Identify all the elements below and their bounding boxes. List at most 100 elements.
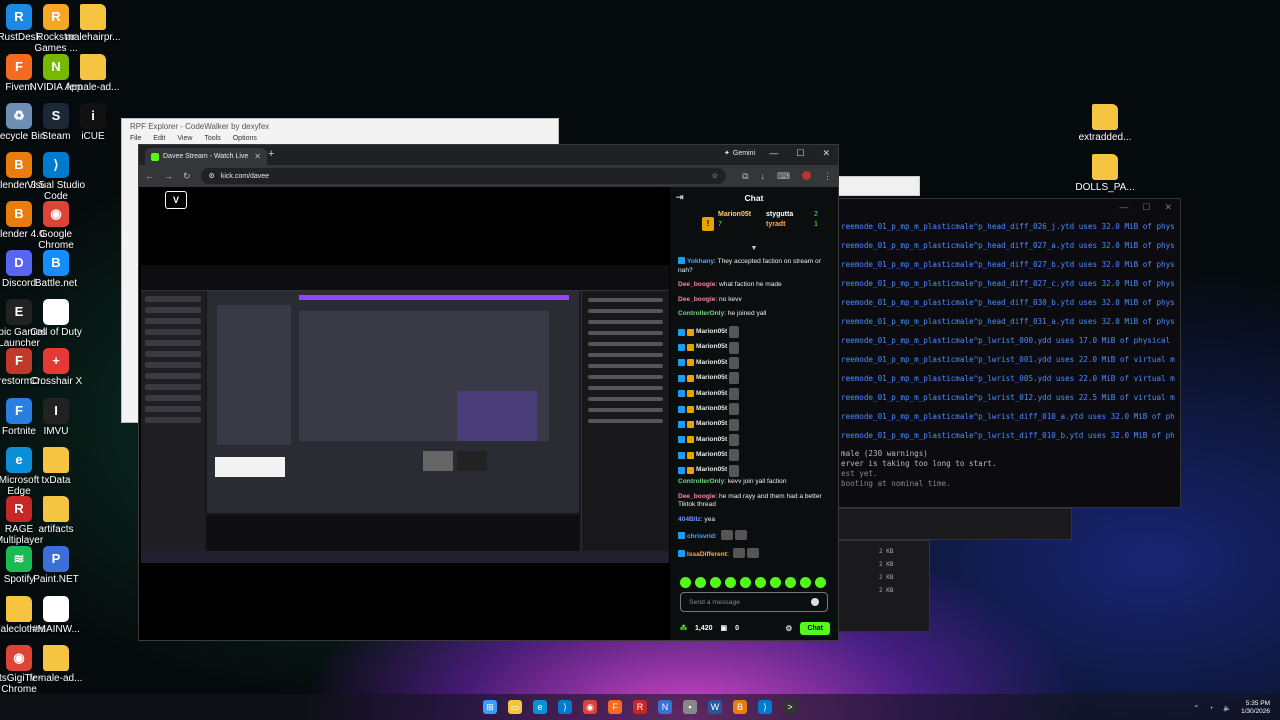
- reload-icon[interactable]: ↻: [183, 171, 191, 182]
- bookmark-star-icon[interactable]: ☆: [712, 172, 718, 180]
- chat-username[interactable]: Dee_boogie: [678, 493, 715, 500]
- leader-2-name[interactable]: stygutta: [766, 211, 793, 218]
- desktop-icon[interactable]: txData: [26, 447, 86, 487]
- emoji-picker-icon[interactable]: [811, 598, 819, 606]
- chat-username[interactable]: IssaDifferent: [687, 551, 727, 558]
- profile-avatar[interactable]: [802, 170, 811, 180]
- taskbar-terminal-icon[interactable]: >: [783, 700, 797, 714]
- chat-username[interactable]: Marion05t: [696, 466, 727, 475]
- desktop-icon[interactable]: female-ad...: [26, 645, 86, 685]
- quick-emote-icon[interactable]: [680, 577, 691, 588]
- background-file-size-window[interactable]: 2 KB 2 KB 2 KB 2 KB: [838, 540, 930, 632]
- taskbar-blender-icon[interactable]: B: [733, 700, 747, 714]
- video-player[interactable]: V: [139, 187, 670, 640]
- chat-message-input[interactable]: Send a message: [680, 592, 828, 612]
- system-clock[interactable]: 5:35 PM 1/30/2026: [1241, 700, 1270, 716]
- chat-username[interactable]: Yokhany: [687, 258, 714, 265]
- desktop-icon[interactable]: female-ad...: [63, 54, 123, 94]
- downloads-icon[interactable]: ↓: [761, 171, 766, 182]
- quick-emote-icon[interactable]: [785, 577, 796, 588]
- chat-username[interactable]: chrisvrid: [687, 533, 715, 540]
- chat-username[interactable]: Marion05t: [696, 343, 727, 352]
- quick-emote-icon[interactable]: [815, 577, 826, 588]
- desktop-icon[interactable]: P Paint.NET: [26, 546, 86, 586]
- leader-3-name[interactable]: tyradt: [766, 221, 785, 228]
- quick-emote-icon[interactable]: [770, 577, 781, 588]
- site-info-icon[interactable]: ⚙: [209, 172, 215, 180]
- gemini-button[interactable]: ✦ Gemini: [724, 149, 755, 158]
- network-icon[interactable]: ◔: [1209, 705, 1213, 712]
- forward-arrow-icon[interactable]: →: [164, 171, 173, 181]
- chat-username[interactable]: Marion05t: [696, 359, 727, 368]
- leader-1-name[interactable]: Marion05t: [718, 211, 751, 218]
- terminal-window[interactable]: — ☐ ✕ reemode_01_p_mp_m_plasticmale^p_he…: [838, 198, 1181, 508]
- chat-username[interactable]: Dee_boogie: [678, 296, 715, 303]
- taskbar-vscode-icon[interactable]: ⟩: [558, 700, 572, 714]
- tab-close-icon[interactable]: ✕: [254, 152, 261, 161]
- quick-emote-icon[interactable]: [695, 577, 706, 588]
- tab-kick-stream[interactable]: Davee Stream - Watch Live ✕: [145, 148, 267, 165]
- browser-close-icon[interactable]: ✕: [822, 148, 830, 159]
- chat-username[interactable]: ControllerOnly: [678, 478, 724, 485]
- desktop-icon[interactable]: #MAINW...: [26, 596, 86, 636]
- chat-username[interactable]: Marion05t: [696, 390, 727, 399]
- taskbar-start-icon[interactable]: ⊞: [483, 700, 497, 714]
- browser-maximize-icon[interactable]: ☐: [796, 148, 804, 159]
- taskbar-rage-icon[interactable]: R: [633, 700, 647, 714]
- chat-username[interactable]: ControllerOnly: [678, 310, 724, 317]
- taskbar-edge-icon[interactable]: e: [533, 700, 547, 714]
- desktop-icon[interactable]: DOLLS_PA...: [1075, 154, 1135, 194]
- background-lower-window[interactable]: [838, 508, 1072, 540]
- back-arrow-icon[interactable]: ←: [145, 171, 154, 181]
- desktop-icon[interactable]: ⟩ Visual Studio Code: [26, 152, 86, 202]
- quick-emote-icon[interactable]: [755, 577, 766, 588]
- desktop-icon[interactable]: Call of Duty: [26, 299, 86, 339]
- chat-username[interactable]: Dee_boogie: [678, 281, 715, 288]
- chat-username[interactable]: Marion05t: [696, 405, 727, 414]
- controller-icon[interactable]: ⌨: [777, 171, 790, 182]
- chat-username[interactable]: Marion05t: [696, 328, 727, 337]
- desktop-icon[interactable]: malehairpr...: [63, 4, 123, 44]
- expand-leaderboard-icon[interactable]: ▼: [670, 245, 838, 255]
- taskbar-chrome-icon[interactable]: ◉: [583, 700, 597, 714]
- quick-emote-icon[interactable]: [740, 577, 751, 588]
- chat-settings-gear-icon[interactable]: ⚙: [785, 624, 792, 633]
- send-chat-button[interactable]: Chat: [800, 621, 830, 635]
- browser-window[interactable]: Davee Stream - Watch Live ✕ + ✦ Gemini —…: [138, 144, 839, 641]
- volume-icon[interactable]: 🔈: [1223, 704, 1231, 712]
- quick-emote-icon[interactable]: [725, 577, 736, 588]
- desktop-icon[interactable]: ◉ Google Chrome: [26, 201, 86, 251]
- channel-points-value[interactable]: 1,420: [695, 625, 713, 632]
- chat-username[interactable]: 404Bllz: [678, 516, 701, 523]
- desktop-icon[interactable]: + Crosshair X: [26, 348, 86, 388]
- chat-username[interactable]: Marion05t: [696, 420, 727, 429]
- chat-username[interactable]: Marion05t: [696, 451, 727, 460]
- background-small-window[interactable]: [838, 176, 920, 196]
- terminal-minimize-icon[interactable]: —: [1119, 202, 1128, 214]
- browser-minimize-icon[interactable]: —: [769, 148, 778, 159]
- taskbar-file-explorer-icon[interactable]: ▭: [508, 700, 522, 714]
- chat-username[interactable]: Marion05t: [696, 374, 727, 383]
- chat-username[interactable]: Marion05t: [696, 436, 727, 445]
- terminal-close-icon[interactable]: ✕: [1164, 202, 1172, 214]
- desktop-icon[interactable]: I IMVU: [26, 398, 86, 438]
- address-bar[interactable]: ⚙ kick.com/davee ☆: [200, 168, 727, 184]
- new-tab-button[interactable]: +: [268, 148, 274, 160]
- gift-count[interactable]: 0: [735, 625, 739, 632]
- quick-emote-icon[interactable]: [710, 577, 721, 588]
- quick-emote-icon[interactable]: [800, 577, 811, 588]
- desktop-icon[interactable]: extradded...: [1075, 104, 1135, 144]
- taskbar-fivem-icon[interactable]: F: [608, 700, 622, 714]
- menu-kebab-icon[interactable]: ⋮: [823, 171, 832, 182]
- extensions-icon[interactable]: ⧉: [742, 171, 748, 182]
- taskbar-word-icon[interactable]: W: [708, 700, 722, 714]
- desktop-icon[interactable]: artifacts: [26, 496, 86, 536]
- desktop-icon[interactable]: i iCUE: [63, 103, 123, 143]
- tray-chevron-icon[interactable]: ⌃: [1194, 704, 1199, 712]
- collapse-chat-icon[interactable]: ⇥: [676, 192, 684, 203]
- taskbar-vs-icon[interactable]: ⟩: [758, 700, 772, 714]
- taskbar-notepad-icon[interactable]: N: [658, 700, 672, 714]
- taskbar-app-1-icon[interactable]: ▪: [683, 700, 697, 714]
- terminal-maximize-icon[interactable]: ☐: [1142, 202, 1150, 214]
- desktop-icon[interactable]: B Battle.net: [26, 250, 86, 290]
